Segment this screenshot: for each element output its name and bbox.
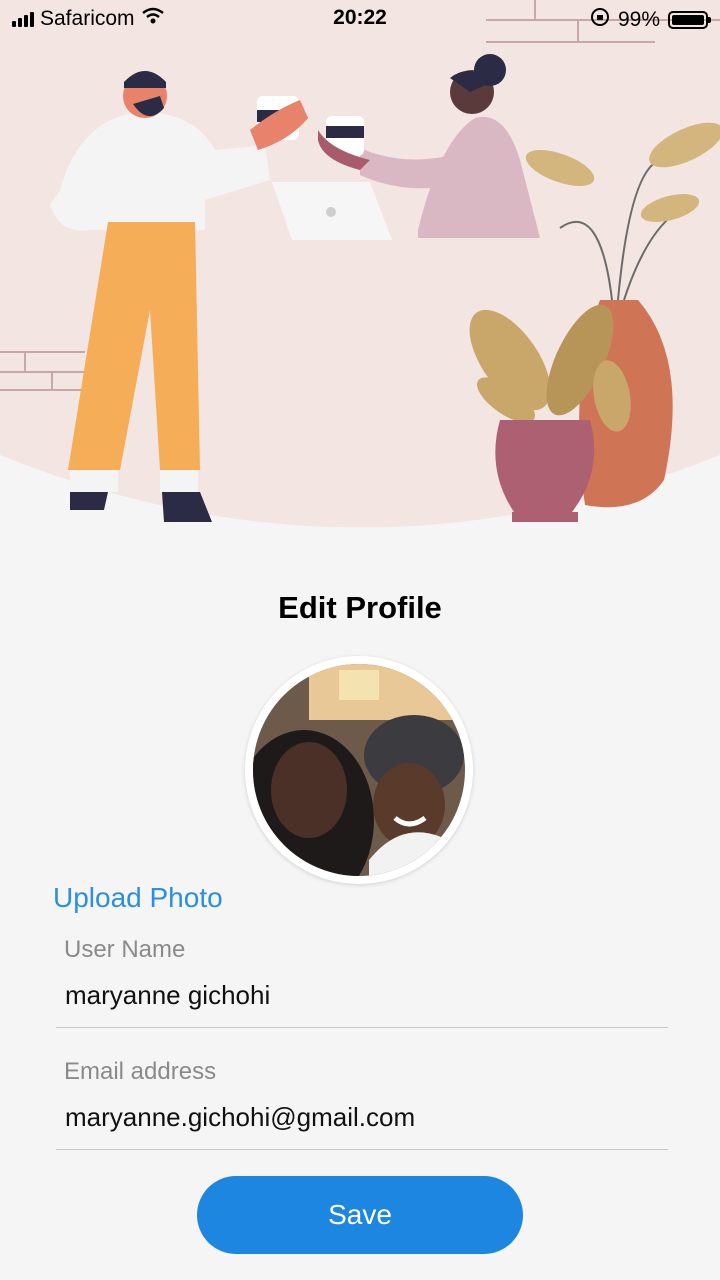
save-button[interactable]: Save	[197, 1176, 523, 1254]
header-illustration	[0, 0, 720, 560]
page-title: Edit Profile	[278, 590, 442, 625]
email-label: Email address	[64, 1058, 217, 1085]
email-field[interactable]: Email address maryanne.gichohi@gmail.com	[56, 1052, 668, 1150]
profile-avatar[interactable]	[245, 656, 473, 884]
status-bar: Safaricom 20:22 99%	[0, 0, 720, 38]
email-value[interactable]: maryanne.gichohi@gmail.com	[65, 1102, 415, 1133]
orientation-lock-icon	[590, 7, 610, 33]
upload-photo-link[interactable]: Upload Photo	[53, 882, 223, 914]
username-value[interactable]: maryanne gichohi	[65, 980, 270, 1011]
status-bar-right: 99%	[590, 7, 711, 33]
username-label: User Name	[64, 936, 186, 963]
username-field[interactable]: User Name maryanne gichohi	[56, 930, 668, 1028]
battery-icon	[668, 11, 711, 29]
battery-percent: 99%	[617, 8, 660, 31]
